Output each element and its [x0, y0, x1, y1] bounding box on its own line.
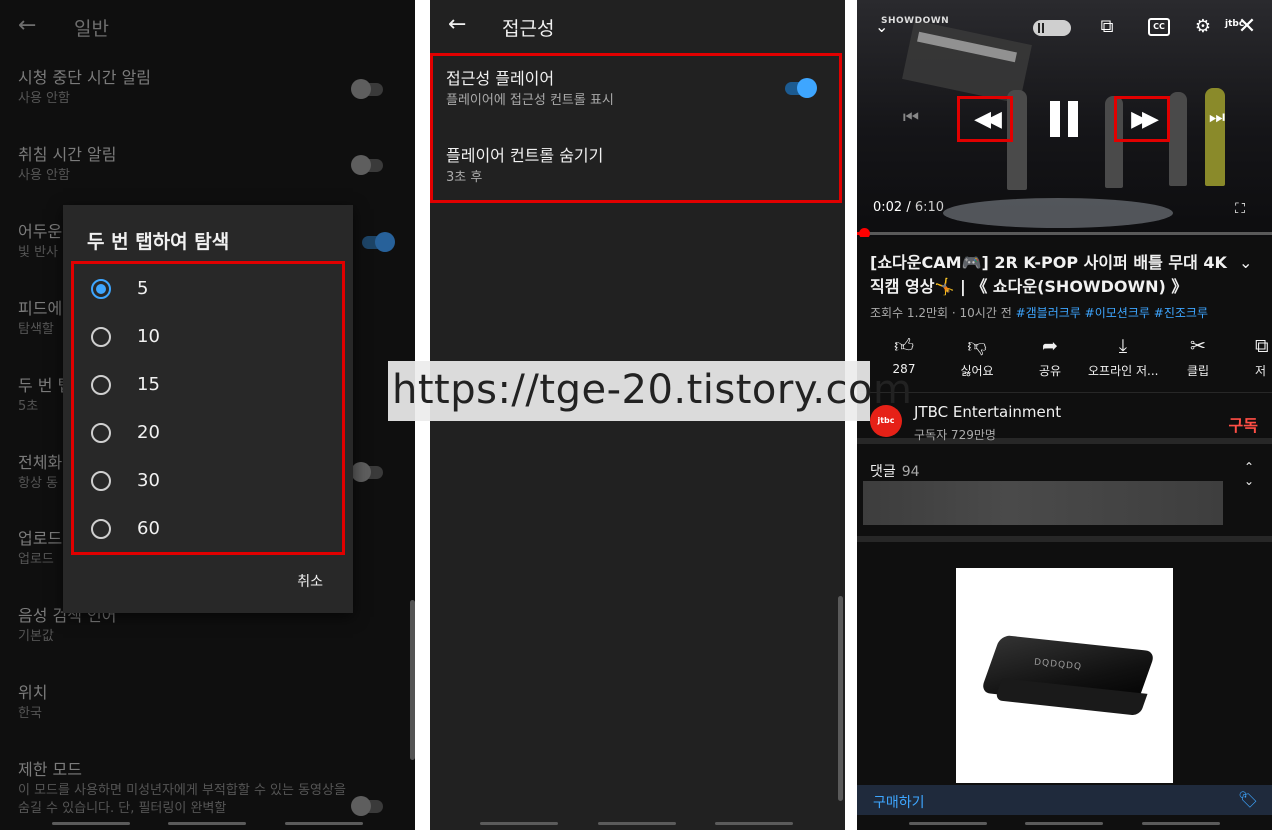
- header: ← 일반: [0, 0, 415, 54]
- option-20[interactable]: 20: [74, 413, 342, 453]
- blog-watermark: https://tge-20.tistory.com: [388, 361, 912, 421]
- option-5[interactable]: 5: [74, 269, 342, 309]
- price-tag-icon: 🏷︎: [1237, 790, 1258, 809]
- captions-icon[interactable]: CC: [1148, 18, 1170, 36]
- subscribe-button[interactable]: 구독: [1229, 412, 1258, 436]
- radio-icon[interactable]: [91, 423, 111, 443]
- general-settings-screen: ← 일반 시청 중단 시간 알림 사용 안함 취침 시간 알림 사용 안함 어두…: [0, 0, 415, 830]
- hashtag[interactable]: #진조크루: [1154, 306, 1208, 320]
- accessibility-player-toggle[interactable]: [785, 78, 817, 98]
- comments-label: 댓글 94: [870, 464, 920, 480]
- fullscreen-toggle[interactable]: [351, 462, 383, 482]
- video-player[interactable]: ⌄ SHOWDOWN ⧉ CC ⚙ jtbc ✕ ⏮ ◀◀ ▶▶ ⏭ 0:02 …: [857, 0, 1272, 237]
- pause-button[interactable]: [1048, 101, 1080, 137]
- scrollbar[interactable]: [838, 596, 843, 801]
- close-icon[interactable]: ✕: [1235, 16, 1259, 38]
- option-15[interactable]: 15: [74, 365, 342, 405]
- channel-name[interactable]: JTBC Entertainment: [914, 403, 1061, 421]
- radio-icon[interactable]: [91, 375, 111, 395]
- dancer-figure: [1169, 92, 1187, 186]
- accessibility-player-row[interactable]: 접근성 플레이어 플레이어에 접근성 컨트롤 표시: [446, 69, 614, 110]
- thumbs-up-icon: 👍︎: [894, 335, 914, 357]
- show-logo: SHOWDOWN: [881, 16, 950, 26]
- scrubber-handle[interactable]: [859, 228, 870, 237]
- bedtime-reminder-toggle[interactable]: [351, 155, 383, 175]
- buy-bar[interactable]: 구매하기 🏷︎: [857, 785, 1272, 815]
- dialog-title: 두 번 탭하여 탐색: [87, 231, 230, 253]
- dark-theme-toggle[interactable]: [362, 232, 395, 252]
- hashtag[interactable]: #갬블러크루: [1016, 306, 1081, 320]
- ad-section[interactable]: DQDQDQ: [857, 548, 1272, 783]
- stage-floor-graphic: [943, 198, 1173, 228]
- accessibility-options-highlight: 접근성 플레이어 플레이어에 접근성 컨트롤 표시 플레이어 컨트롤 숨기기 3…: [430, 53, 842, 203]
- cast-icon[interactable]: ⧉: [1095, 16, 1119, 38]
- next-video-icon[interactable]: ⏭: [1205, 107, 1229, 129]
- clip-button[interactable]: ✂ 클립: [1163, 334, 1233, 379]
- gesture-nav-bar: [430, 822, 845, 826]
- back-arrow-icon[interactable]: ←: [448, 13, 466, 37]
- action-bar: 👍︎ 287 👎︎ 싫어요 ➦ 공유 ⤓ 오프라인 저... ✂ 클립 ⧉ 저: [857, 334, 1272, 384]
- option-10[interactable]: 10: [74, 317, 342, 357]
- channel-row[interactable]: jtbc JTBC Entertainment 구독자 729만명 구독: [857, 392, 1272, 444]
- rewind-button-highlight[interactable]: ◀◀: [957, 96, 1013, 142]
- expand-comments-icon[interactable]: ⌃ ⌄: [1244, 460, 1254, 488]
- restricted-mode-toggle[interactable]: [351, 796, 383, 816]
- comments-section[interactable]: 댓글 94 ⌃ ⌄: [857, 452, 1272, 542]
- video-meta: 조회수 1.2만회 · 10시간 전 #갬블러크루 #이모션크루 #진조크루: [870, 306, 1208, 320]
- radio-icon[interactable]: [91, 327, 111, 347]
- autoplay-toggle[interactable]: [1033, 20, 1071, 36]
- subscriber-count: 구독자 729만명: [914, 428, 996, 442]
- setting-row-location[interactable]: 위치 한국: [18, 683, 398, 723]
- gesture-nav-bar: [0, 822, 415, 826]
- buy-button[interactable]: 구매하기: [873, 792, 925, 812]
- break-reminder-toggle[interactable]: [351, 79, 383, 99]
- save-button[interactable]: ⧉ 저: [1227, 334, 1272, 379]
- rewind-icon: ◀◀: [974, 107, 1002, 132]
- dancer-figure: [1205, 88, 1225, 186]
- progress-bar[interactable]: [857, 232, 1272, 235]
- share-button[interactable]: ➦ 공유: [1015, 334, 1085, 379]
- hide-player-controls-row[interactable]: 플레이어 컨트롤 숨기기 3초 후: [446, 146, 603, 187]
- option-60[interactable]: 60: [74, 509, 342, 549]
- scrollbar[interactable]: [410, 600, 415, 760]
- setting-row-break-reminder[interactable]: 시청 중단 시간 알림 사용 안함: [18, 68, 398, 108]
- previous-video-icon[interactable]: ⏮: [901, 107, 921, 129]
- option-30[interactable]: 30: [74, 461, 342, 501]
- ad-product-image[interactable]: DQDQDQ: [956, 568, 1173, 783]
- fast-forward-button-highlight[interactable]: ▶▶: [1114, 96, 1170, 142]
- cancel-button[interactable]: 취소: [297, 571, 323, 591]
- page-title: 접근성: [502, 18, 555, 40]
- fast-forward-icon: ▶▶: [1131, 107, 1159, 132]
- share-icon: ➦: [1042, 335, 1058, 357]
- setting-row-bedtime-reminder[interactable]: 취침 시간 알림 사용 안함: [18, 145, 398, 185]
- gesture-nav-bar: [857, 822, 1272, 826]
- hashtag[interactable]: #이모션크루: [1085, 306, 1150, 320]
- back-arrow-icon[interactable]: ←: [18, 14, 36, 38]
- double-tap-seek-dialog: 두 번 탭하여 탐색 5 10 15 20 30 60 취소: [63, 205, 353, 613]
- comments-count: 94: [901, 464, 920, 480]
- radio-icon[interactable]: [91, 519, 111, 539]
- video-watch-screen: ⌄ SHOWDOWN ⧉ CC ⚙ jtbc ✕ ⏮ ◀◀ ▶▶ ⏭ 0:02 …: [857, 0, 1272, 830]
- dialog-options-highlight: 5 10 15 20 30 60: [71, 261, 345, 555]
- fullscreen-icon[interactable]: ⛶: [1230, 198, 1250, 220]
- thumbs-down-icon: 👎︎: [967, 335, 987, 357]
- blurred-comment-preview: [863, 481, 1223, 525]
- radio-icon[interactable]: [91, 471, 111, 491]
- setting-row-restricted-mode[interactable]: 제한 모드 이 모드를 사용하면 미성년자에게 부적합할 수 있는 동영상을 숨…: [18, 760, 348, 818]
- scissors-icon: ✂: [1190, 335, 1206, 357]
- gear-icon[interactable]: ⚙: [1191, 16, 1215, 38]
- video-title[interactable]: [쇼다운CAM🎮] 2R K-POP 사이퍼 배틀 무대 4K 직캠 영상🤸 |…: [870, 251, 1230, 299]
- download-button[interactable]: ⤓ 오프라인 저...: [1088, 334, 1158, 379]
- expand-description-icon[interactable]: ⌄: [1239, 253, 1252, 272]
- dislike-button[interactable]: 👎︎ 싫어요: [942, 334, 1012, 379]
- save-icon: ⧉: [1255, 335, 1269, 357]
- page-title: 일반: [74, 18, 109, 40]
- time-display: 0:02 / 6:10: [873, 200, 945, 215]
- download-icon: ⤓: [1118, 335, 1128, 357]
- radio-selected-icon[interactable]: [91, 279, 111, 299]
